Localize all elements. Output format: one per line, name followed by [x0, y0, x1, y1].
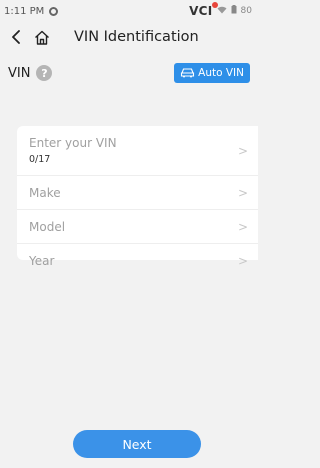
home-icon[interactable] [32, 27, 52, 47]
chevron-right-icon: > [237, 185, 248, 200]
vci-indicator: VCI [189, 2, 218, 18]
help-icon[interactable]: ? [36, 65, 53, 81]
battery-percent: 80 [240, 6, 252, 16]
make-field[interactable]: Make > [17, 176, 258, 210]
chevron-right-icon: > [237, 254, 248, 268]
auto-vin-button[interactable]: Auto VIN [174, 63, 250, 83]
header: VIN Identification [0, 22, 258, 52]
status-right: VCI 80 [189, 2, 252, 18]
auto-vin-label: Auto VIN [198, 67, 244, 79]
make-label: Make [29, 185, 61, 200]
status-time: 1:11 PM [4, 5, 45, 17]
vci-label: VCI [189, 4, 213, 18]
notification-icon [49, 6, 59, 16]
vin-input[interactable]: Enter your VIN [29, 136, 117, 150]
wifi-icon [217, 6, 227, 17]
vin-row: VIN ? Auto VIN [0, 62, 258, 84]
vin-field[interactable]: Enter your VIN 0/17 > [17, 126, 258, 176]
vin-label: VIN [8, 65, 31, 81]
battery-icon [231, 5, 237, 17]
model-field[interactable]: Model > [17, 210, 258, 244]
vci-badge [211, 2, 218, 8]
year-label: Year [29, 254, 55, 268]
back-arrow-icon[interactable] [6, 27, 26, 47]
chevron-right-icon: > [237, 219, 248, 234]
status-bar: 1:11 PM VCI 80 [0, 0, 258, 22]
car-scan-icon [180, 66, 195, 81]
year-field[interactable]: Year > [17, 244, 258, 278]
chevron-right-icon: > [237, 143, 248, 158]
model-label: Model [29, 219, 66, 234]
vehicle-info-card: Enter your VIN 0/17 > Make > Model > Yea… [17, 126, 258, 268]
vin-char-count: 0/17 [29, 154, 51, 165]
page-title: VIN Identification [74, 29, 199, 45]
next-button[interactable]: Next [73, 430, 201, 458]
